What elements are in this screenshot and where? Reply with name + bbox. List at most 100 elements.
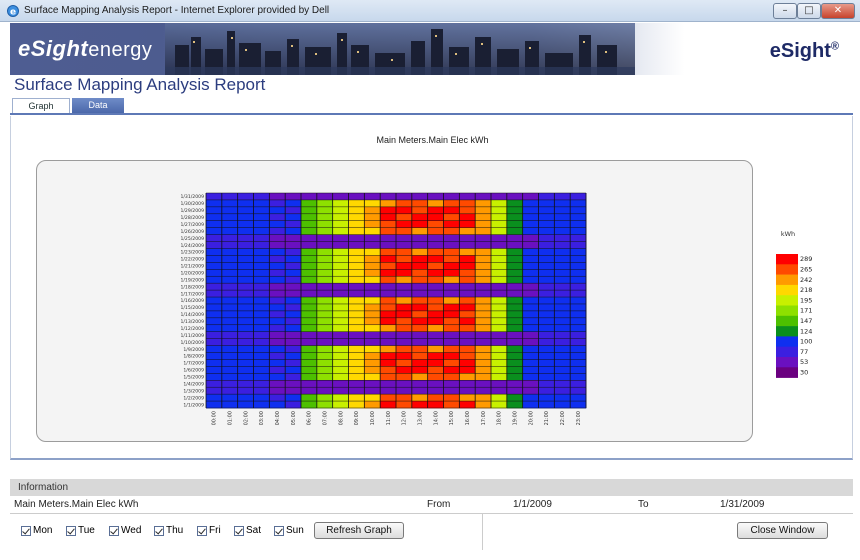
heatmap-cell [316, 269, 334, 277]
heatmap-cell [348, 290, 365, 298]
heatmap-cell [427, 262, 444, 270]
heatmap-cell [538, 199, 555, 208]
info-to-value: 1/31/2009 [720, 499, 765, 510]
heatmap-cell [538, 269, 555, 277]
heatmap-cell [206, 290, 223, 298]
legend-swatch [776, 336, 798, 347]
heatmap-cell [364, 345, 381, 353]
checkbox-sun[interactable]: Sun [274, 525, 304, 536]
heatmap-cell [380, 317, 397, 326]
heatmap-cell [396, 255, 413, 263]
close-window-button[interactable]: Close Window [737, 522, 828, 539]
refresh-graph-button[interactable]: Refresh Graph [314, 522, 404, 539]
heatmap-cell [554, 373, 571, 381]
heatmap-cell [285, 303, 302, 312]
heatmap-cell [269, 345, 286, 353]
heatmap-cell [570, 193, 587, 201]
tab-graph[interactable]: Graph [12, 98, 70, 113]
heatmap-cell [411, 262, 429, 270]
heatmap-cell [427, 269, 444, 277]
esight-brand-logo: eSight® [769, 40, 839, 62]
checkbox-tue[interactable]: Tue [66, 525, 95, 536]
checkbox-thu[interactable]: Thu [154, 525, 183, 536]
x-tick-label: 19:00 [513, 411, 519, 425]
heatmap-cell [459, 338, 476, 346]
heatmap-cell [253, 338, 270, 346]
heatmap-cell [332, 269, 349, 277]
y-tick-label: 1/12/2009 [180, 326, 204, 332]
tab-data[interactable]: Data [72, 98, 124, 113]
heatmap-cell [269, 401, 286, 409]
check-icon [197, 525, 207, 536]
heatmap-cell [364, 324, 381, 333]
heatmap-cell [237, 227, 254, 236]
heatmap-cell [237, 248, 254, 256]
heatmap-cell [285, 193, 302, 201]
heatmap-cell [459, 297, 476, 305]
heatmap-cell [332, 387, 349, 395]
y-tick-label: 1/16/2009 [180, 298, 204, 304]
heatmap-cell [364, 213, 381, 222]
heatmap-cell [570, 352, 587, 360]
check-icon [274, 525, 284, 536]
heatmap-cell [348, 199, 365, 208]
heatmap-cell [364, 199, 381, 208]
heatmap-cell [491, 387, 508, 395]
heatmap-cell [301, 234, 318, 242]
heatmap-cell [396, 297, 413, 305]
heatmap-cell [443, 199, 460, 208]
heatmap-cell [427, 380, 444, 388]
heatmap-cell [269, 317, 286, 326]
heatmap-cell [332, 206, 349, 215]
heatmap-cell [380, 248, 397, 256]
heatmap-cell [411, 248, 429, 256]
heatmap-cell [522, 248, 539, 256]
heatmap-cell [554, 359, 571, 367]
heatmap-cell [554, 345, 571, 353]
heatmap-cell [554, 241, 571, 249]
heatmap-cell [443, 380, 460, 388]
heatmap-cell [348, 366, 365, 374]
heatmap-cell [427, 352, 444, 360]
heatmap-cell [475, 352, 492, 360]
heatmap-cell [522, 269, 539, 277]
heatmap-cell [570, 401, 587, 409]
heatmap-cell [316, 199, 334, 208]
minimize-button[interactable]: – [773, 3, 797, 19]
heatmap-cell [522, 317, 539, 326]
heatmap-cell [206, 220, 223, 229]
heatmap-cell [570, 303, 587, 312]
heatmap-cell [316, 262, 334, 270]
info-meter-name: Main Meters.Main Elec kWh [14, 499, 139, 510]
checkbox-sat[interactable]: Sat [234, 525, 261, 536]
close-window-x-button[interactable]: ✕ [821, 3, 855, 19]
heatmap-cell [491, 213, 508, 222]
svg-text:e: e [10, 8, 16, 18]
y-tick-label: 1/28/2009 [180, 215, 204, 221]
heatmap-cell [221, 220, 239, 229]
y-tick-label: 1/21/2009 [180, 264, 204, 270]
heatmap-cell [396, 366, 413, 374]
y-tick-label: 1/17/2009 [180, 291, 204, 297]
heatmap-cell [253, 394, 270, 402]
heatmap-cell [237, 262, 254, 270]
checkbox-fri[interactable]: Fri [197, 525, 221, 536]
y-tick-label: 1/14/2009 [180, 312, 204, 318]
heatmap-cell [522, 401, 539, 409]
heatmap-cell [538, 276, 555, 284]
heatmap-cell [522, 276, 539, 284]
heatmap-cell [269, 359, 286, 367]
heatmap-cell [506, 213, 524, 222]
checkbox-wed[interactable]: Wed [109, 525, 141, 536]
heatmap-cell [206, 193, 223, 201]
heatmap-cell [253, 359, 270, 367]
heatmap-cell [491, 290, 508, 298]
heatmap-cell [206, 359, 223, 367]
heatmap-cell [237, 193, 254, 201]
checkbox-mon[interactable]: Mon [21, 525, 52, 536]
heatmap-cell [522, 303, 539, 312]
heatmap-cell [475, 345, 492, 353]
heatmap-cell [427, 297, 444, 305]
heatmap-cell [237, 359, 254, 367]
maximize-button[interactable]: □ [797, 3, 821, 19]
